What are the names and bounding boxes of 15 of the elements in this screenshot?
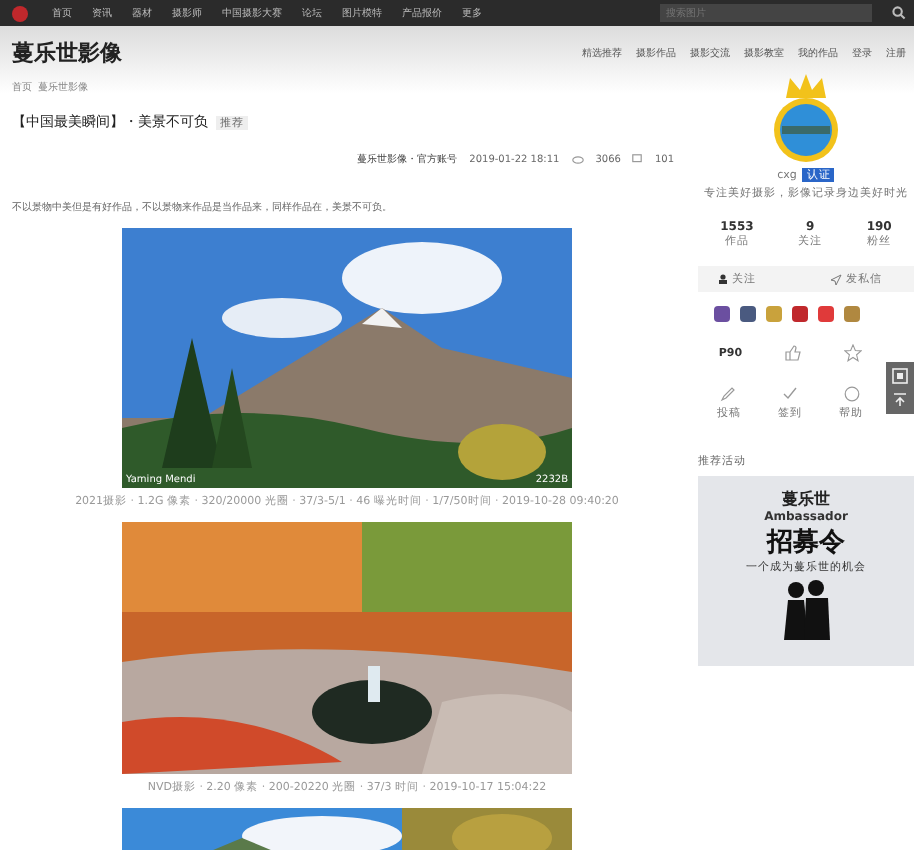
back-to-top-icon[interactable]: [892, 392, 908, 408]
check-icon[interactable]: [781, 386, 798, 402]
search-icon[interactable]: [892, 6, 906, 20]
thumbs-up-icon[interactable]: [783, 344, 802, 362]
comment-icon: [632, 154, 643, 164]
star-icon[interactable]: [843, 344, 862, 362]
send-icon: [830, 273, 842, 285]
pencil-icon[interactable]: [720, 386, 737, 402]
ad-brand: 蔓乐世: [782, 488, 830, 510]
person-icon: [718, 274, 728, 284]
eye-icon: [571, 155, 584, 163]
ad-title: 招募令: [767, 526, 845, 560]
avatar-icon[interactable]: [770, 70, 842, 166]
logo-icon[interactable]: [8, 3, 32, 23]
site-logo[interactable]: 蔓乐世影像: [12, 37, 122, 67]
